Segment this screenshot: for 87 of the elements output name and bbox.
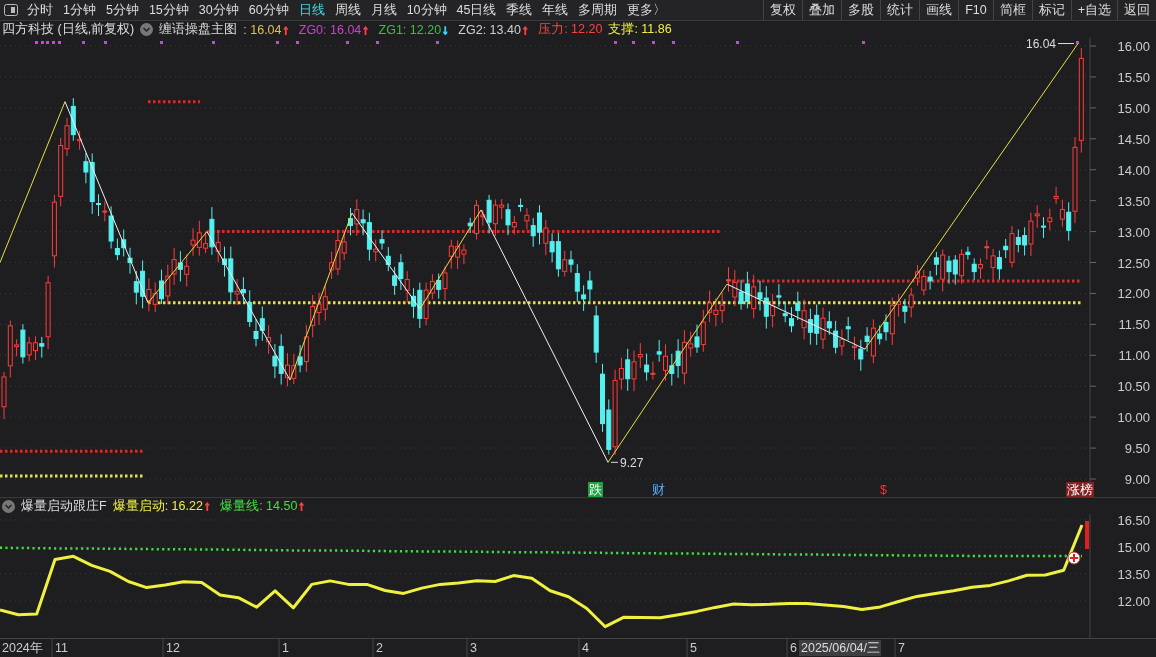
price-tick-label: 12.00 (1117, 286, 1150, 302)
period-tab[interactable]: 1分钟 (58, 0, 101, 20)
indicator-tick-label: 15.00 (1117, 539, 1150, 555)
price-tick-label: 10.50 (1117, 379, 1150, 395)
chart-marker: $ (880, 483, 887, 497)
period-tab[interactable]: 45日线 (451, 0, 502, 20)
price-tick-label: 11.00 (1118, 348, 1150, 364)
period-tab[interactable]: 60分钟 (243, 0, 294, 20)
leader-line (610, 461, 619, 463)
period-tab[interactable]: 15分钟 (143, 0, 194, 20)
chart-marker: 涨榜 (1066, 482, 1094, 497)
period-tab[interactable]: 月线 (365, 0, 402, 20)
period-tab[interactable]: 更多〉 (622, 0, 672, 20)
legend-value: ZG2: 13.40 (458, 22, 521, 37)
trend-arrow: ↑ (521, 22, 529, 37)
stock-title: 四方科技 (日线,前复权) (2, 21, 135, 38)
price-tick-label: 10.00 (1117, 410, 1150, 426)
period-tab[interactable]: 分时 (22, 0, 58, 20)
chevron-down-icon[interactable] (140, 23, 154, 36)
trend-arrow: ↑ (282, 22, 289, 37)
peak-price-label: 16.04 (1026, 38, 1057, 51)
panel-toggle-icon[interactable] (4, 4, 18, 16)
price-tick-label: 9.50 (1124, 441, 1150, 457)
volume-bar (1085, 521, 1089, 549)
price-tick-label: 14.50 (1117, 131, 1150, 147)
leader-line (1057, 43, 1075, 45)
series-name: 爆量启动 (112, 497, 165, 515)
period-tab[interactable]: 10分钟 (401, 0, 452, 20)
period-tab[interactable]: 30分钟 (193, 0, 244, 20)
price-tick-label: 13.00 (1117, 224, 1150, 240)
time-axis-label: 6 (790, 641, 797, 655)
period-tab[interactable]: 5分钟 (100, 0, 144, 20)
chart-marker: 跌 (588, 482, 603, 497)
indicator-tick-label: 12.00 (1117, 593, 1150, 609)
toolbar-button[interactable]: 统计 (880, 0, 920, 20)
price-tick-label: 12.50 (1117, 255, 1150, 271)
time-axis-label: 3 (470, 641, 477, 655)
low-price-label: 9.27 (620, 456, 644, 471)
time-axis-label: 1 (282, 641, 289, 655)
toolbar-button[interactable]: 返回 (1117, 0, 1156, 20)
toolbar-button[interactable]: 画线 (919, 0, 959, 20)
time-axis-label: 2 (376, 641, 383, 655)
chevron-down-icon[interactable] (2, 499, 15, 513)
legend-value: 支撑: 11.86 (608, 21, 672, 38)
legend-value: 压力: 12.20 (538, 21, 603, 38)
toolbar-button[interactable]: 复权 (763, 0, 803, 20)
time-axis-label: 5 (690, 641, 697, 655)
price-tick-label: 15.50 (1117, 69, 1150, 85)
time-axis-label: 11 (55, 641, 68, 655)
price-tick-label: 14.00 (1117, 162, 1150, 178)
legend-value: ZG1: 12.20 (378, 22, 442, 37)
period-tab[interactable]: 日线 (293, 0, 330, 20)
time-axis-label: 12 (166, 641, 180, 655)
legend-value: : 16.04 (243, 22, 282, 37)
plus-circle-icon (1067, 551, 1081, 565)
time-axis-label: 2024年 (2, 641, 43, 655)
price-tick-label: 16.00 (1117, 39, 1150, 54)
time-axis-label: 4 (582, 641, 589, 655)
time-axis-label: 7 (898, 641, 905, 655)
price-tick-label: 13.50 (1117, 193, 1150, 209)
legend-value: : 16.22 (164, 499, 203, 513)
toolbar-button[interactable]: F10 (958, 0, 993, 20)
legend-value: : 14.50 (259, 499, 298, 513)
trend-arrow: ↑ (203, 499, 211, 513)
trend-arrow: ↑ (298, 499, 305, 513)
toolbar-button[interactable]: +自选 (1070, 0, 1117, 20)
indicator-name: 爆量启动跟庄F (21, 497, 107, 515)
legend-value: ZG0: 16.04 (298, 22, 362, 37)
trend-arrow: ↑ (362, 22, 369, 37)
toolbar-button[interactable]: 叠加 (802, 0, 842, 20)
indicator-tick-label: 13.50 (1117, 566, 1150, 582)
indicator-tick-label: 16.50 (1117, 514, 1150, 528)
dotted-level-line (148, 100, 200, 104)
cursor-date-label: 2025/06/04/三 (799, 640, 881, 656)
price-tick-label: 9.00 (1124, 472, 1150, 487)
toolbar-button[interactable]: 简框 (992, 0, 1032, 20)
period-tab[interactable]: 年线 (537, 0, 574, 20)
toolbar-button[interactable]: 标记 (1031, 0, 1071, 20)
chart-marker: 财 (652, 483, 665, 497)
period-tab[interactable]: 周线 (329, 0, 366, 20)
trend-arrow: ↓ (442, 22, 449, 37)
period-tab[interactable]: 多周期 (573, 0, 623, 20)
period-tab[interactable]: 季线 (501, 0, 538, 20)
indicator-name: 缠语操盘主图 (159, 21, 238, 38)
price-tick-label: 11.50 (1118, 317, 1150, 333)
price-tick-label: 15.00 (1117, 100, 1150, 116)
toolbar-button[interactable]: 多股 (841, 0, 881, 20)
